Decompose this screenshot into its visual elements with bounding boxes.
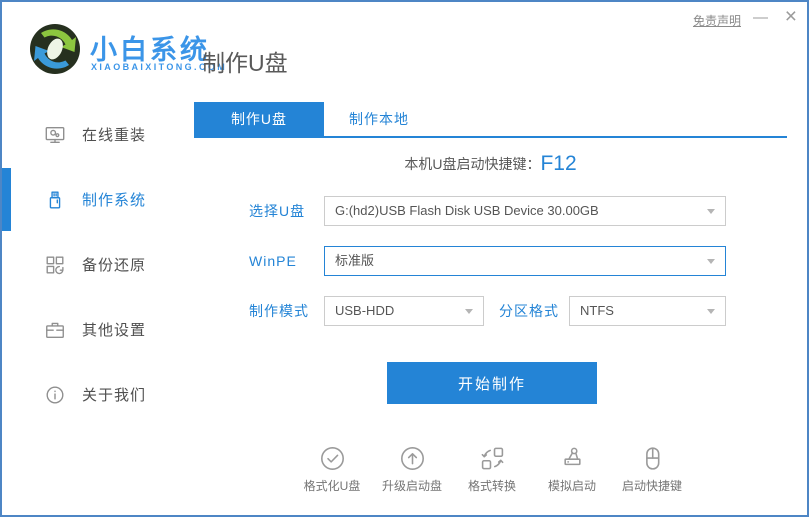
usb-drive-icon: [44, 189, 66, 211]
chevron-down-icon: [707, 259, 715, 264]
disclaimer-link[interactable]: 免责声明: [693, 12, 741, 29]
convert-icon: [479, 445, 506, 472]
app-window: 小白系统 XIAOBAIXITONG.COM 制作U盘 免责声明 — × 在线重…: [0, 0, 809, 517]
tool-format-convert[interactable]: 格式转换: [452, 445, 532, 494]
sidebar-item-about-us[interactable]: 关于我们: [2, 362, 192, 427]
boot-hotkey-row: 本机U盘启动快捷键：F12: [194, 152, 787, 176]
winpe-select-label: WinPE: [249, 246, 297, 276]
monitor-icon: [44, 124, 66, 146]
chevron-down-icon: [707, 209, 715, 214]
mode-select-value: USB-HDD: [335, 297, 394, 325]
sidebar-item-make-system[interactable]: 制作系统: [2, 167, 192, 232]
chevron-down-icon: [465, 309, 473, 314]
tool-label: 格式化U盘: [304, 477, 361, 494]
tool-label: 模拟启动: [548, 477, 596, 494]
winpe-select-value: 标准版: [335, 247, 374, 275]
chevron-down-icon: [707, 309, 715, 314]
partition-select-value: NTFS: [580, 297, 614, 325]
tab-make-usb[interactable]: 制作U盘: [194, 102, 324, 136]
sidebar-item-label: 制作系统: [82, 189, 146, 210]
partition-select-label: 分区格式: [499, 296, 559, 326]
mode-select-dropdown[interactable]: USB-HDD: [324, 296, 484, 326]
mouse-icon: [639, 445, 666, 472]
sidebar-item-other-settings[interactable]: 其他设置: [2, 297, 192, 362]
tool-upgrade-boot-disk[interactable]: 升级启动盘: [372, 445, 452, 494]
partition-select-dropdown[interactable]: NTFS: [569, 296, 726, 326]
tool-label: 格式转换: [468, 477, 516, 494]
minimize-button[interactable]: —: [753, 8, 768, 28]
check-circle-icon: [319, 445, 346, 472]
page-title: 制作U盘: [202, 44, 288, 78]
sidebar-item-label: 备份还原: [82, 254, 146, 275]
sidebar-item-label: 其他设置: [82, 319, 146, 340]
backup-restore-icon: [44, 254, 66, 276]
sidebar-item-backup-restore[interactable]: 备份还原: [2, 232, 192, 297]
app-logo-icon: [28, 22, 82, 76]
tool-simulate-boot[interactable]: 模拟启动: [532, 445, 612, 494]
briefcase-icon: [44, 319, 66, 341]
arrow-up-circle-icon: [399, 445, 426, 472]
usb-select-label: 选择U盘: [249, 196, 305, 226]
sidebar-item-label: 关于我们: [82, 384, 146, 405]
start-make-button[interactable]: 开始制作: [387, 362, 597, 404]
usb-select-dropdown[interactable]: G:(hd2)USB Flash Disk USB Device 30.00GB: [324, 196, 726, 226]
sidebar-item-label: 在线重装: [82, 124, 146, 145]
tab-make-local[interactable]: 制作本地: [319, 102, 439, 136]
winpe-select-dropdown[interactable]: 标准版: [324, 246, 726, 276]
tool-format-usb[interactable]: 格式化U盘: [292, 445, 372, 494]
tab-underline: [194, 136, 787, 138]
info-icon: [44, 384, 66, 406]
tool-boot-hotkey[interactable]: 启动快捷键: [612, 445, 692, 494]
bottom-toolbar: 格式化U盘 升级启动盘: [292, 445, 692, 494]
boot-hotkey-value: F12: [540, 152, 576, 175]
close-button[interactable]: ×: [785, 5, 797, 29]
boot-hotkey-label: 本机U盘启动快捷键：: [404, 156, 540, 172]
sidebar-item-online-reinstall[interactable]: 在线重装: [2, 102, 192, 167]
tool-label: 升级启动盘: [382, 477, 442, 494]
stamp-icon: [559, 445, 586, 472]
mode-select-label: 制作模式: [249, 296, 309, 326]
tool-label: 启动快捷键: [622, 477, 682, 494]
sidebar: 在线重装 制作系统: [2, 102, 192, 427]
usb-select-value: G:(hd2)USB Flash Disk USB Device 30.00GB: [335, 197, 599, 225]
